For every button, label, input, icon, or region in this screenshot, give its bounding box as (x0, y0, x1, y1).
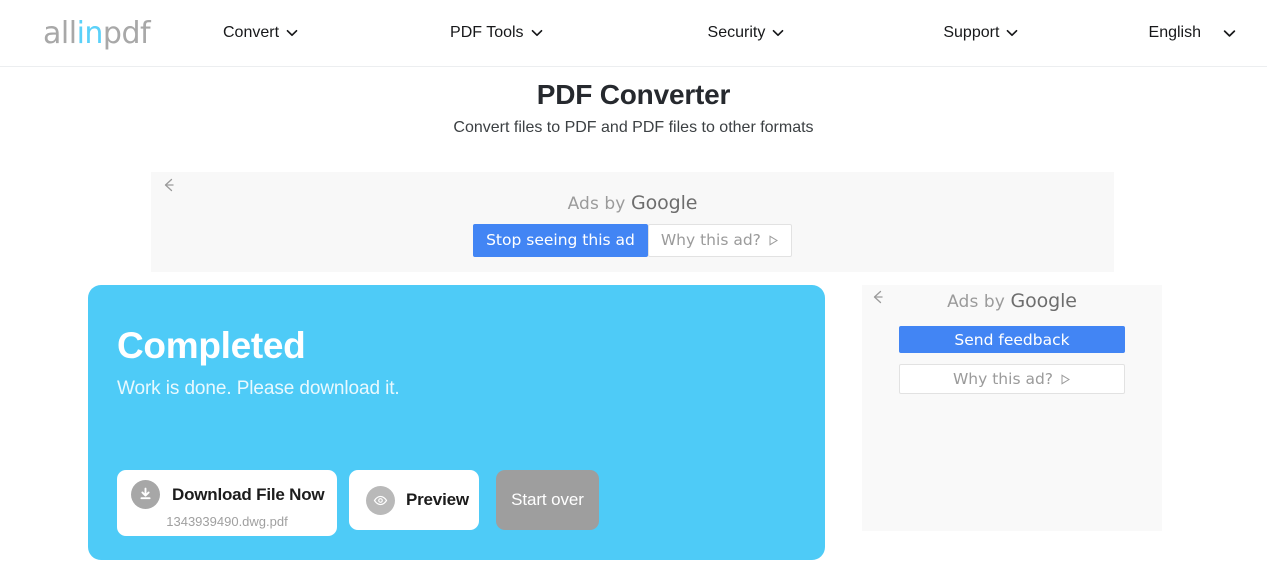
page-title: PDF Converter (536, 79, 731, 110)
chevron-down-icon (531, 27, 543, 39)
nav-item-convert[interactable]: Convert (223, 24, 298, 42)
ads-by-google-label: Ads by Google (947, 290, 1077, 312)
ads-by-google-label: Ads by Google (568, 192, 698, 214)
nav-menu: Convert PDF Tools Security Support (223, 24, 1018, 42)
chevron-down-icon (286, 27, 298, 39)
play-triangle-icon (768, 234, 779, 246)
chevron-down-icon (1223, 27, 1236, 39)
stop-seeing-this-ad-button[interactable]: Stop seeing this ad (473, 224, 648, 257)
top-ad-banner: Ads by Google Stop seeing this ad Why th… (151, 172, 1114, 272)
result-action-buttons: Download File Now 1343939490.dwg.pdf Pre… (117, 470, 599, 536)
chevron-down-icon (1006, 27, 1018, 39)
result-status-subtitle: Work is done. Please download it. (117, 378, 400, 399)
why-this-ad-label: Why this ad? (660, 231, 761, 249)
preview-button-label: Preview (406, 490, 469, 509)
page-subtitle: Convert files to PDF and PDF files to ot… (453, 119, 814, 136)
why-this-ad-button[interactable]: Why this ad? (899, 364, 1125, 394)
nav-item-support[interactable]: Support (943, 24, 1018, 42)
result-status-title: Completed (117, 325, 306, 366)
top-ad-button-row: Stop seeing this ad Why this ad? (473, 224, 792, 257)
logo-part-1: all (43, 16, 77, 51)
google-brand: Google (1010, 290, 1077, 312)
send-feedback-button[interactable]: Send feedback (899, 326, 1125, 353)
why-this-ad-button[interactable]: Why this ad? (647, 224, 792, 257)
play-triangle-icon (1060, 373, 1071, 385)
nav-item-label: PDF Tools (450, 24, 524, 41)
page-root: allinpdf Convert PDF Tools Security Supp… (0, 0, 1267, 565)
language-selector-label: English (1148, 24, 1201, 41)
google-brand: Google (630, 192, 698, 214)
nav-item-pdf-tools[interactable]: PDF Tools (450, 24, 543, 42)
nav-item-security[interactable]: Security (708, 24, 785, 42)
nav-item-label: Security (707, 24, 766, 41)
download-filename: 1343939490.dwg.pdf (166, 514, 288, 529)
download-icon (131, 480, 160, 509)
nav-item-label: Convert (223, 24, 280, 41)
download-file-button[interactable]: Download File Now 1343939490.dwg.pdf (117, 470, 337, 536)
logo-part-2: in (76, 16, 104, 51)
right-ad-content: Ads by Google Send feedback Why this ad? (862, 290, 1162, 394)
why-this-ad-label: Why this ad? (952, 370, 1054, 388)
start-over-button[interactable]: Start over (496, 470, 599, 530)
language-selector[interactable]: English (1148, 24, 1236, 42)
preview-button[interactable]: Preview (349, 470, 479, 530)
download-button-content: Download File Now (131, 480, 325, 509)
download-button-label: Download File Now (172, 484, 325, 504)
top-ad-content: Ads by Google Stop seeing this ad Why th… (151, 192, 1114, 257)
top-navigation-bar: allinpdf Convert PDF Tools Security Supp… (0, 0, 1267, 67)
eye-icon (366, 485, 395, 515)
logo-part-3: pdf (102, 16, 151, 51)
right-ad-panel: Ads by Google Send feedback Why this ad? (862, 285, 1162, 531)
site-logo[interactable]: allinpdf (43, 16, 151, 51)
ads-by-prefix: Ads by (567, 194, 631, 214)
ads-by-prefix: Ads by (947, 292, 1011, 312)
chevron-down-icon (772, 27, 784, 39)
nav-item-label: Support (943, 24, 1000, 41)
conversion-result-card: Completed Work is done. Please download … (88, 285, 825, 560)
